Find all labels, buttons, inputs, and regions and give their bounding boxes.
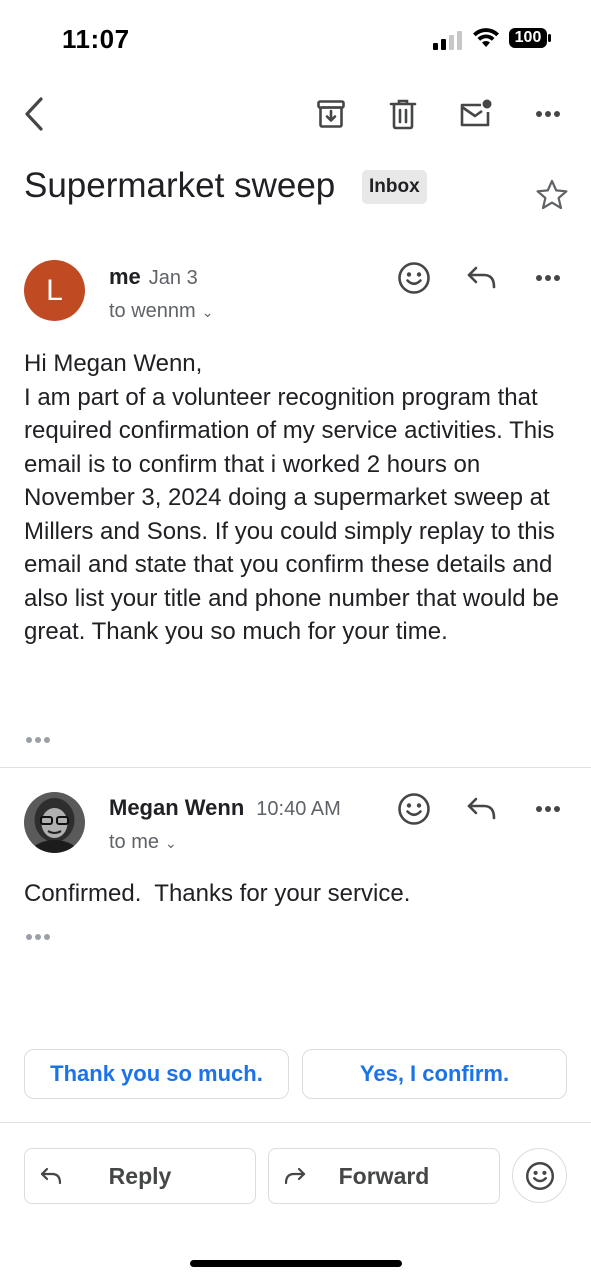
more-icon [536, 806, 560, 812]
trash-icon [389, 99, 417, 130]
recipient-text: to me [109, 831, 160, 853]
message-more-button[interactable] [526, 787, 570, 831]
reply-message-button[interactable] [460, 256, 504, 300]
cellular-signal-icon [433, 31, 462, 50]
star-icon[interactable] [535, 178, 569, 212]
reply-button[interactable]: Reply [24, 1148, 256, 1204]
recipient-text: to wennm [109, 300, 196, 322]
sender-photo-avatar[interactable] [24, 792, 85, 853]
smart-reply-thank-you[interactable]: Thank you so much. [24, 1049, 289, 1099]
message-divider [0, 767, 591, 768]
back-button[interactable] [8, 88, 60, 140]
email-subject: Supermarket sweep [24, 166, 336, 205]
show-trimmed-content-icon[interactable] [24, 733, 54, 747]
reply-icon [467, 266, 496, 289]
react-emoji-button[interactable] [392, 256, 436, 300]
more-icon [536, 111, 560, 117]
smart-reply-confirm[interactable]: Yes, I confirm. [302, 1049, 567, 1099]
reply-icon [467, 797, 496, 820]
battery-level: 100 [514, 29, 542, 46]
message-actions [392, 256, 570, 300]
reply-message-button[interactable] [460, 787, 504, 831]
show-trimmed-content-icon[interactable] [24, 930, 54, 944]
sender-avatar[interactable]: L [24, 260, 85, 321]
wifi-icon [473, 28, 499, 47]
more-options-button[interactable] [522, 88, 574, 140]
message-more-button[interactable] [526, 256, 570, 300]
archive-button[interactable] [305, 88, 357, 140]
mark-unread-button[interactable] [450, 88, 502, 140]
forward-label: Forward [338, 1162, 430, 1189]
message-header: me Jan 3 [109, 264, 198, 290]
emoji-icon [398, 793, 430, 825]
archive-icon [317, 100, 345, 128]
recipient-details-toggle[interactable]: to wennm ⌄ [109, 300, 213, 323]
message-date: Jan 3 [148, 267, 198, 289]
mark-unread-icon [460, 99, 492, 127]
inbox-label-chip[interactable]: Inbox [362, 170, 427, 204]
bottom-divider [0, 1122, 591, 1123]
home-indicator[interactable] [190, 1260, 402, 1267]
recipient-details-toggle[interactable]: to me ⌄ [109, 831, 177, 854]
message-actions [392, 787, 570, 831]
message-body: Confirmed. Thanks for your service. [24, 880, 411, 907]
forward-button[interactable]: Forward [268, 1148, 500, 1204]
back-arrow-icon [25, 97, 43, 131]
emoji-icon [525, 1161, 554, 1190]
battery-icon: 100 [508, 27, 552, 49]
status-time: 11:07 [62, 24, 130, 54]
message-time: 10:40 AM [256, 798, 341, 820]
reply-label: Reply [108, 1162, 172, 1189]
more-icon [536, 275, 560, 281]
subject-row: Supermarket sweep Inbox [24, 160, 569, 220]
chevron-down-icon: ⌄ [165, 835, 177, 851]
react-emoji-button[interactable] [392, 787, 436, 831]
message-body: Hi Megan Wenn, I am part of a volunteer … [24, 350, 559, 645]
sender-name: Megan Wenn [109, 795, 245, 820]
status-bar: 11:07 100 [0, 0, 591, 80]
message-header: Megan Wenn 10:40 AM [109, 795, 341, 821]
top-toolbar [0, 88, 591, 140]
emoji-reaction-button[interactable] [512, 1148, 567, 1203]
delete-button[interactable] [377, 88, 429, 140]
emoji-icon [398, 262, 430, 294]
sender-name: me [109, 264, 141, 289]
chevron-down-icon: ⌄ [201, 304, 214, 320]
